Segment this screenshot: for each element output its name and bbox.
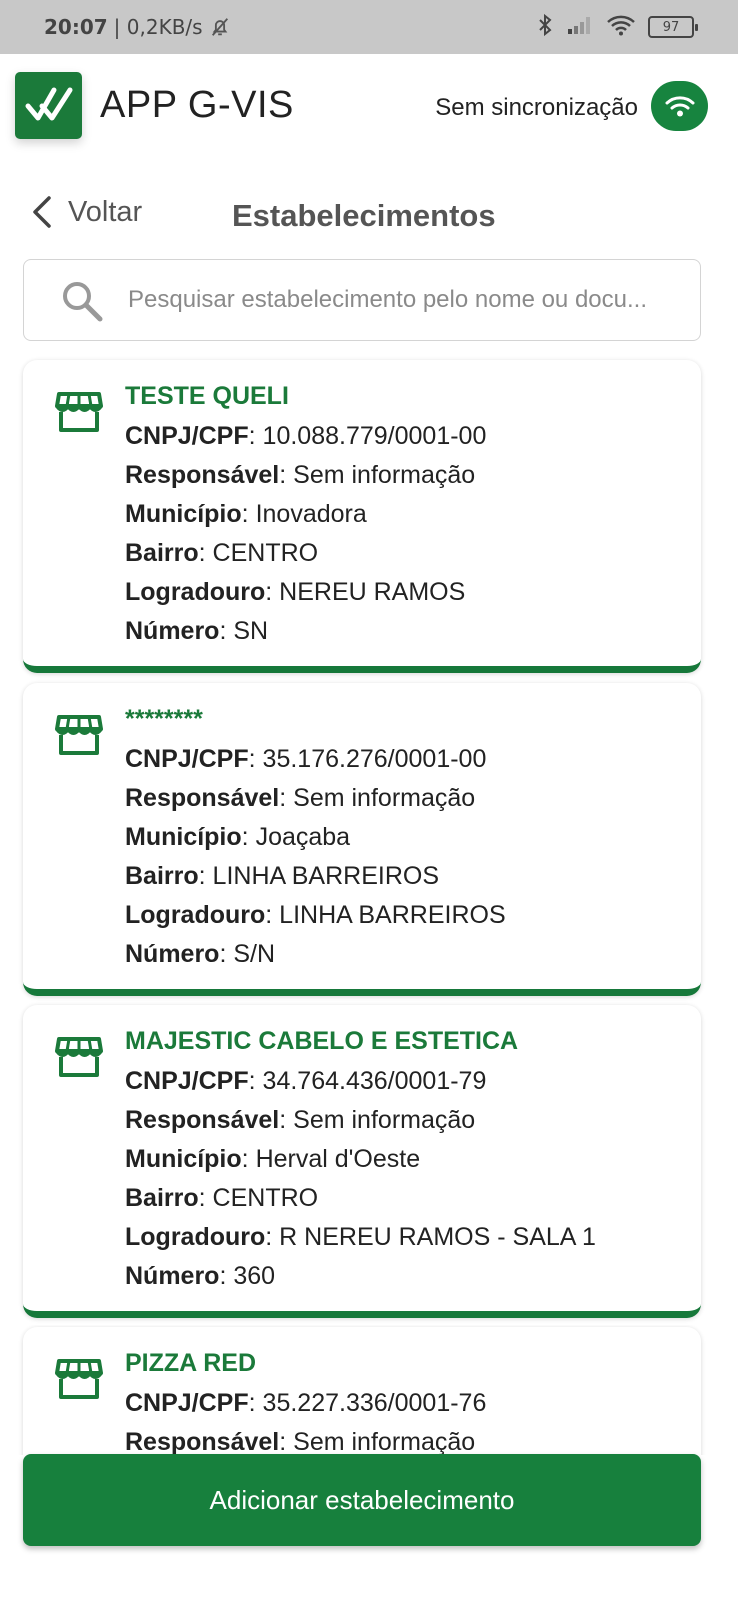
search-bar	[23, 259, 701, 341]
logradouro-label: Logradouro	[125, 901, 266, 929]
numero-label: Número	[125, 1262, 220, 1290]
bairro-value: LINHA BARREIROS	[212, 862, 439, 890]
responsavel-label: Responsável	[125, 1106, 280, 1134]
logradouro-label: Logradouro	[125, 578, 266, 606]
responsavel-value: Sem informação	[293, 1428, 476, 1455]
establishment-name: TESTE QUELI	[125, 382, 289, 410]
cnpj-value: 10.088.779/0001-00	[262, 422, 487, 450]
logradouro-value: R NEREU RAMOS - SALA 1	[279, 1223, 596, 1251]
responsavel-label: Responsável	[125, 461, 280, 489]
app-logo	[15, 72, 82, 139]
bluetooth-icon	[536, 13, 554, 42]
numero-line: Número: SN	[125, 617, 269, 645]
nav-row: Voltar Estabelecimentos	[0, 186, 738, 242]
municipio-value: Herval d'Oeste	[255, 1145, 421, 1173]
bell-muted-icon	[209, 16, 231, 38]
bairro-line: Bairro: CENTRO	[125, 539, 319, 567]
status-bar: 20:07 | 0,2KB/s 97	[0, 0, 738, 54]
responsavel-line: Responsável: Sem informação	[125, 784, 476, 812]
responsavel-value: Sem informação	[293, 461, 476, 489]
bairro-value: CENTRO	[212, 1184, 319, 1212]
wifi-icon	[665, 96, 694, 117]
store-icon	[55, 1035, 103, 1084]
logradouro-line: Logradouro: R NEREU RAMOS - SALA 1	[125, 1223, 596, 1251]
municipio-label: Município	[125, 500, 242, 528]
establishment-name: PIZZA RED	[125, 1349, 257, 1377]
responsavel-line: Responsável: Sem informação	[125, 1428, 476, 1455]
responsavel-value: Sem informação	[293, 784, 476, 812]
responsavel-value: Sem informação	[293, 1106, 476, 1134]
bairro-label: Bairro	[125, 862, 199, 890]
signal-icon	[566, 15, 594, 40]
back-label: Voltar	[68, 195, 143, 228]
responsavel-label: Responsável	[125, 1428, 280, 1455]
search-icon[interactable]	[60, 279, 104, 328]
municipio-line: Município: Joaçaba	[125, 823, 351, 851]
numero-line: Número: S/N	[125, 940, 276, 968]
status-time: 20:07	[44, 15, 108, 39]
numero-value: 360	[233, 1262, 276, 1290]
cnpj-label: CNPJ/CPF	[125, 422, 249, 450]
sync-status-text: Sem sincronização	[435, 94, 638, 121]
store-icon	[55, 1357, 103, 1406]
numero-value: S/N	[233, 940, 276, 968]
cnpj-line: CNPJ/CPF: 35.227.336/0001-76	[125, 1389, 487, 1417]
numero-line: Número: 360	[125, 1262, 276, 1290]
app-title: APP G-VIS	[100, 84, 294, 126]
bairro-value: CENTRO	[212, 539, 319, 567]
numero-value: SN	[233, 617, 269, 645]
numero-label: Número	[125, 940, 220, 968]
municipio-label: Município	[125, 823, 242, 851]
numero-label: Número	[125, 617, 220, 645]
cnpj-label: CNPJ/CPF	[125, 745, 249, 773]
cnpj-line: CNPJ/CPF: 34.764.436/0001-79	[125, 1067, 487, 1095]
back-button[interactable]: Voltar	[30, 194, 142, 230]
bairro-line: Bairro: CENTRO	[125, 1184, 319, 1212]
network-speed: | 0,2KB/s	[113, 15, 203, 39]
app-header: APP G-VIS Sem sincronização	[0, 54, 738, 164]
chevron-left-icon	[33, 196, 51, 228]
cnpj-label: CNPJ/CPF	[125, 1067, 249, 1095]
establishment-name: ********	[125, 705, 203, 733]
cnpj-value: 35.176.276/0001-00	[262, 745, 487, 773]
bairro-label: Bairro	[125, 1184, 199, 1212]
establishment-card[interactable]: TESTE QUELI CNPJ/CPF: 10.088.779/0001-00…	[23, 360, 701, 673]
logradouro-line: Logradouro: LINHA BARREIROS	[125, 901, 506, 929]
list-clip: PIZZA RED CNPJ/CPF: 35.227.336/0001-76 R…	[0, 1325, 738, 1455]
municipio-label: Município	[125, 1145, 242, 1173]
logradouro-value: LINHA BARREIROS	[279, 901, 506, 929]
municipio-line: Município: Inovadora	[125, 500, 367, 528]
establishment-card[interactable]: ******** CNPJ/CPF: 35.176.276/0001-00 Re…	[23, 683, 701, 996]
page-title: Estabelecimentos	[232, 198, 496, 233]
responsavel-line: Responsável: Sem informação	[125, 1106, 476, 1134]
logradouro-label: Logradouro	[125, 1223, 266, 1251]
wifi-status-icon	[606, 14, 636, 41]
establishment-name: MAJESTIC CABELO E ESTETICA	[125, 1027, 519, 1055]
establishment-card[interactable]: PIZZA RED CNPJ/CPF: 35.227.336/0001-76 R…	[23, 1327, 701, 1455]
bairro-line: Bairro: LINHA BARREIROS	[125, 862, 439, 890]
municipio-value: Joaçaba	[255, 823, 351, 851]
logradouro-value: NEREU RAMOS	[279, 578, 466, 606]
responsavel-line: Responsável: Sem informação	[125, 461, 476, 489]
cnpj-value: 34.764.436/0001-79	[262, 1067, 487, 1095]
cnpj-line: CNPJ/CPF: 10.088.779/0001-00	[125, 422, 487, 450]
sync-button[interactable]	[651, 81, 708, 131]
municipio-line: Município: Herval d'Oeste	[125, 1145, 421, 1173]
cnpj-value: 35.227.336/0001-76	[262, 1389, 487, 1417]
add-establishment-button[interactable]: Adicionar estabelecimento	[23, 1454, 701, 1546]
responsavel-label: Responsável	[125, 784, 280, 812]
establishment-card[interactable]: MAJESTIC CABELO E ESTETICA CNPJ/CPF: 34.…	[23, 1005, 701, 1318]
bairro-label: Bairro	[125, 539, 199, 567]
cnpj-line: CNPJ/CPF: 35.176.276/0001-00	[125, 745, 487, 773]
battery-icon: 97	[648, 16, 698, 38]
store-icon	[55, 713, 103, 762]
municipio-value: Inovadora	[255, 500, 367, 528]
logradouro-line: Logradouro: NEREU RAMOS	[125, 578, 466, 606]
store-icon	[55, 390, 103, 439]
cnpj-label: CNPJ/CPF	[125, 1389, 249, 1417]
search-input[interactable]	[128, 280, 684, 320]
checkmark-logo-icon	[25, 87, 72, 120]
